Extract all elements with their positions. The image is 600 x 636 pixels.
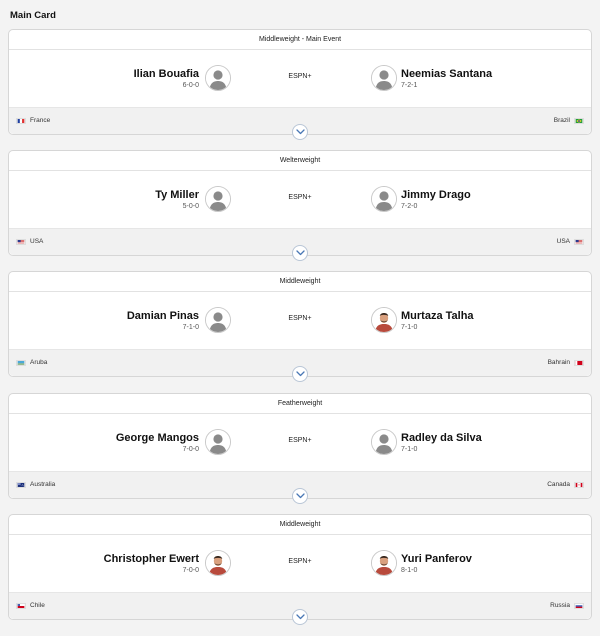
blue-fighter-name[interactable]: Yuri Panferov <box>401 553 472 565</box>
fight-footer: USA USA <box>9 228 591 261</box>
expand-fight-button[interactable] <box>292 366 308 382</box>
chevron-down-icon <box>295 129 305 135</box>
chevron-down-icon <box>295 493 305 499</box>
blue-fighter-avatar[interactable] <box>371 307 397 333</box>
fight-footer: Chile Russia <box>9 592 591 625</box>
blue-country: Brazil <box>554 117 584 124</box>
blue-country: Bahrain <box>548 359 584 366</box>
chile-flag-icon <box>16 602 26 609</box>
blue-fighter-name[interactable]: Neemias Santana <box>401 68 492 80</box>
expand-fight-button[interactable] <box>292 609 308 625</box>
blue-fighter-name[interactable]: Murtaza Talha <box>401 310 474 322</box>
weight-class: Welterweight <box>9 151 591 171</box>
red-country-label: France <box>30 117 51 124</box>
blue-country-label: Bahrain <box>547 359 570 366</box>
red-fighter-record: 5-0-0 <box>182 203 199 210</box>
expand-fight-button[interactable] <box>292 245 308 261</box>
red-country: France <box>16 117 50 124</box>
red-fighter-record: 7-0-0 <box>182 567 199 574</box>
chevron-down-icon <box>295 250 305 256</box>
fight-footer: Australia Canada <box>9 471 591 504</box>
chevron-down-icon <box>295 371 305 377</box>
blue-fighter-record: 7-2-1 <box>401 82 418 89</box>
blue-country: Russia <box>550 602 584 609</box>
red-country: Australia <box>16 481 55 488</box>
bahrain-flag-icon <box>574 359 584 366</box>
red-country: Chile <box>16 602 45 609</box>
weight-class: Middleweight <box>9 515 591 535</box>
fight-footer: Aruba Bahrain <box>9 349 591 382</box>
weight-class: Middleweight <box>9 272 591 292</box>
broadcast-label: ESPN+ <box>288 437 312 444</box>
russia-flag-icon <box>574 602 584 609</box>
blue-fighter-record: 8-1-0 <box>401 567 418 574</box>
red-country: USA <box>16 238 43 245</box>
blue-country: Canada <box>547 481 584 488</box>
france-flag-icon <box>16 117 26 124</box>
chevron-down-icon <box>295 614 305 620</box>
usa-flag-icon <box>574 238 584 245</box>
usa-flag-icon <box>16 238 26 245</box>
aruba-flag-icon <box>16 359 26 366</box>
red-country: Aruba <box>16 359 47 366</box>
broadcast-label: ESPN+ <box>288 315 312 322</box>
broadcast-label: ESPN+ <box>288 73 312 80</box>
fight-card: Middleweight - Main Event Ilian Bouafia … <box>8 29 592 140</box>
red-country-label: USA <box>30 238 44 245</box>
blue-country-label: Russia <box>550 602 570 609</box>
fight-card: Middleweight Damian Pinas 7-1-0 ESPN+ Mu… <box>8 271 592 382</box>
red-country-label: Chile <box>30 602 45 609</box>
broadcast-label: ESPN+ <box>288 558 312 565</box>
red-country-label: Australia <box>30 481 56 488</box>
red-country-label: Aruba <box>30 359 48 366</box>
blue-country-label: Canada <box>547 481 570 488</box>
blue-fighter-avatar[interactable] <box>371 550 397 576</box>
blue-fighter-record: 7-2-0 <box>401 203 418 210</box>
fight-card: Featherweight George Mangos 7-0-0 ESPN+ … <box>8 393 592 504</box>
fight-card: Middleweight Christopher Ewert 7-0-0 ESP… <box>8 514 592 625</box>
broadcast-label: ESPN+ <box>288 194 312 201</box>
weight-class: Middleweight - Main Event <box>9 30 591 50</box>
weight-class: Featherweight <box>9 394 591 414</box>
blue-country-label: Brazil <box>553 117 570 124</box>
expand-fight-button[interactable] <box>292 488 308 504</box>
blue-fighter-avatar[interactable] <box>371 429 397 455</box>
red-fighter-record: 7-0-0 <box>182 446 199 453</box>
canada-flag-icon <box>574 481 584 488</box>
blue-fighter-avatar[interactable] <box>371 65 397 91</box>
fight-footer: France Brazil <box>9 107 591 140</box>
blue-fighter-record: 7-1-0 <box>401 446 418 453</box>
blue-country-label: USA <box>556 238 570 245</box>
blue-country: USA <box>557 238 584 245</box>
red-fighter-record: 6-0-0 <box>182 82 199 89</box>
blue-fighter-name[interactable]: Jimmy Drago <box>401 189 471 201</box>
brazil-flag-icon <box>574 117 584 124</box>
blue-fighter-name[interactable]: Radley da Silva <box>401 432 482 444</box>
blue-fighter-avatar[interactable] <box>371 186 397 212</box>
fight-card: Welterweight Ty Miller 5-0-0 ESPN+ Jimmy… <box>8 150 592 261</box>
australia-flag-icon <box>16 481 26 488</box>
expand-fight-button[interactable] <box>292 124 308 140</box>
section-title: Main Card <box>10 10 56 21</box>
red-fighter-record: 7-1-0 <box>182 324 199 331</box>
blue-fighter-record: 7-1-0 <box>401 324 418 331</box>
